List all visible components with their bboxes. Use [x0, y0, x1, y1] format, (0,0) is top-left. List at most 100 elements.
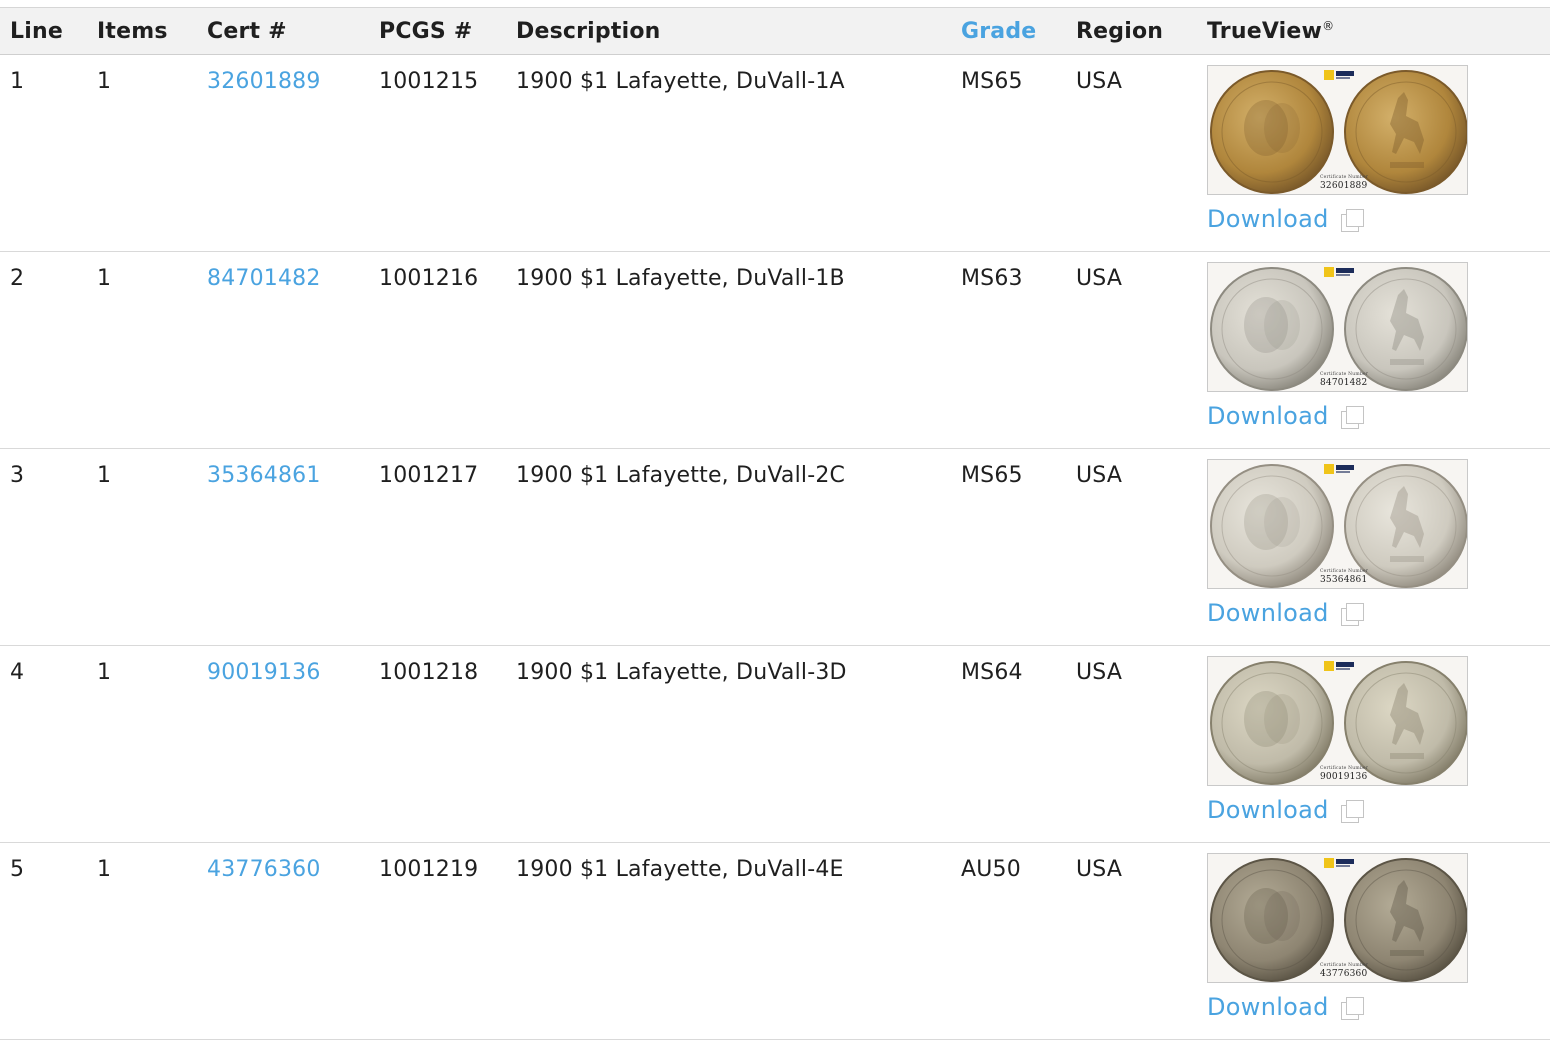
- cell-cert: 43776360: [197, 843, 369, 1040]
- cell-pcgs: 1001215: [379, 69, 479, 94]
- cell-trueview: Certificate Number 90019136 Download: [1197, 646, 1550, 843]
- download-row: Download: [1207, 599, 1550, 627]
- header-grade-sort[interactable]: Grade: [951, 8, 1066, 55]
- cell-trueview: Certificate Number 35364861 Download: [1197, 449, 1550, 646]
- header-cert: Cert #: [207, 18, 287, 44]
- cell-cert: 35364861: [197, 449, 369, 646]
- header-trueview: TrueView®: [1197, 8, 1550, 55]
- cell-description: 1900 $1 Lafayette, DuVall-4E: [516, 857, 844, 882]
- table-body: 1 1 32601889 1001215 1900 $1 Lafayette, …: [0, 55, 1550, 1040]
- cell-grade: MS63: [961, 266, 1023, 291]
- table-row: 4 1 90019136 1001218 1900 $1 Lafayette, …: [0, 646, 1550, 843]
- copy-icon[interactable]: [1340, 996, 1364, 1020]
- cell-pcgs: 1001217: [379, 463, 479, 488]
- copy-icon[interactable]: [1340, 799, 1364, 823]
- trueview-image[interactable]: Certificate Number 43776360: [1207, 853, 1468, 983]
- trueview-image[interactable]: Certificate Number 32601889: [1207, 65, 1468, 195]
- registered-mark: ®: [1322, 18, 1335, 33]
- trueview-image[interactable]: Certificate Number 35364861: [1207, 459, 1468, 589]
- copy-icon[interactable]: [1340, 602, 1364, 626]
- cell-description: 1900 $1 Lafayette, DuVall-3D: [516, 660, 847, 685]
- pcgs-logo: [1324, 70, 1334, 80]
- cert-link[interactable]: 43776360: [207, 857, 321, 882]
- certificate-number-text: 90019136: [1320, 772, 1367, 782]
- pcgs-logo: [1324, 858, 1334, 868]
- cell-items: 1: [97, 857, 112, 882]
- cell-line: 3: [10, 463, 25, 488]
- table-header: Line Items Cert # PCGS # Description Gra…: [0, 7, 1550, 55]
- table-row: 1 1 32601889 1001215 1900 $1 Lafayette, …: [0, 55, 1550, 252]
- cell-trueview: Certificate Number 32601889 Download: [1197, 55, 1550, 252]
- header-line: Line: [10, 18, 63, 44]
- coin-images: Certificate Number32601889: [1210, 70, 1467, 194]
- pcgs-logo: [1324, 267, 1334, 277]
- certificate-number-label: Certificate Number: [1320, 371, 1369, 377]
- cell-description: 1900 $1 Lafayette, DuVall-1A: [516, 69, 845, 94]
- cell-items: 1: [97, 463, 112, 488]
- table-row: 2 1 84701482 1001216 1900 $1 Lafayette, …: [0, 252, 1550, 449]
- cell-pcgs: 1001218: [379, 660, 479, 685]
- download-row: Download: [1207, 402, 1550, 430]
- cell-region: USA: [1076, 660, 1123, 685]
- certificate-number-label: Certificate Number: [1320, 568, 1369, 574]
- certificate-number-label: Certificate Number: [1320, 174, 1369, 180]
- download-link[interactable]: Download: [1207, 599, 1329, 627]
- cell-grade: MS65: [961, 69, 1023, 94]
- download-link[interactable]: Download: [1207, 993, 1329, 1021]
- header-pcgs: PCGS #: [379, 18, 473, 44]
- certificate-number-label: Certificate Number: [1320, 765, 1369, 771]
- cell-grade: MS64: [961, 660, 1023, 685]
- cell-description: 1900 $1 Lafayette, DuVall-2C: [516, 463, 846, 488]
- coin-images: Certificate Number43776360: [1210, 858, 1467, 982]
- copy-icon[interactable]: [1340, 208, 1364, 232]
- header-trueview-label: TrueView: [1207, 18, 1323, 44]
- cell-line: 1: [10, 69, 25, 94]
- cell-region: USA: [1076, 69, 1123, 94]
- coin-images: Certificate Number84701482: [1210, 267, 1467, 391]
- certificate-number-text: 84701482: [1320, 378, 1367, 388]
- header-region: Region: [1076, 18, 1164, 44]
- cell-cert: 32601889: [197, 55, 369, 252]
- cell-items: 1: [97, 660, 112, 685]
- cell-items: 1: [97, 69, 112, 94]
- cell-trueview: Certificate Number 84701482 Download: [1197, 252, 1550, 449]
- pcgs-logo: [1324, 661, 1334, 671]
- coin-images: Certificate Number90019136: [1210, 661, 1467, 785]
- download-row: Download: [1207, 205, 1550, 233]
- cert-table: Line Items Cert # PCGS # Description Gra…: [0, 7, 1550, 1040]
- certificate-number-text: 35364861: [1320, 575, 1367, 585]
- trueview-image[interactable]: Certificate Number 84701482: [1207, 262, 1468, 392]
- cell-line: 4: [10, 660, 25, 685]
- cell-region: USA: [1076, 266, 1123, 291]
- cell-region: USA: [1076, 463, 1123, 488]
- cell-grade: AU50: [961, 857, 1021, 882]
- coin-images: Certificate Number35364861: [1210, 464, 1467, 588]
- cell-line: 5: [10, 857, 25, 882]
- certificate-number-label: Certificate Number: [1320, 962, 1369, 968]
- cell-trueview: Certificate Number 43776360 Download: [1197, 843, 1550, 1040]
- cell-cert: 84701482: [197, 252, 369, 449]
- download-row: Download: [1207, 796, 1550, 824]
- download-link[interactable]: Download: [1207, 402, 1329, 430]
- certificate-number-text: 32601889: [1320, 181, 1367, 191]
- download-row: Download: [1207, 993, 1550, 1021]
- cert-link[interactable]: 90019136: [207, 660, 321, 685]
- table-row: 3 1 35364861 1001217 1900 $1 Lafayette, …: [0, 449, 1550, 646]
- header-items: Items: [97, 18, 168, 44]
- cell-description: 1900 $1 Lafayette, DuVall-1B: [516, 266, 845, 291]
- header-description: Description: [516, 18, 661, 44]
- cell-items: 1: [97, 266, 112, 291]
- cert-link[interactable]: 32601889: [207, 69, 321, 94]
- download-link[interactable]: Download: [1207, 205, 1329, 233]
- cell-cert: 90019136: [197, 646, 369, 843]
- cert-table-wrapper: Line Items Cert # PCGS # Description Gra…: [0, 7, 1550, 1040]
- cert-link[interactable]: 35364861: [207, 463, 321, 488]
- trueview-image[interactable]: Certificate Number 90019136: [1207, 656, 1468, 786]
- cell-line: 2: [10, 266, 25, 291]
- cell-grade: MS65: [961, 463, 1023, 488]
- table-row: 5 1 43776360 1001219 1900 $1 Lafayette, …: [0, 843, 1550, 1040]
- copy-icon[interactable]: [1340, 405, 1364, 429]
- certificate-number-text: 43776360: [1320, 969, 1367, 979]
- download-link[interactable]: Download: [1207, 796, 1329, 824]
- cert-link[interactable]: 84701482: [207, 266, 321, 291]
